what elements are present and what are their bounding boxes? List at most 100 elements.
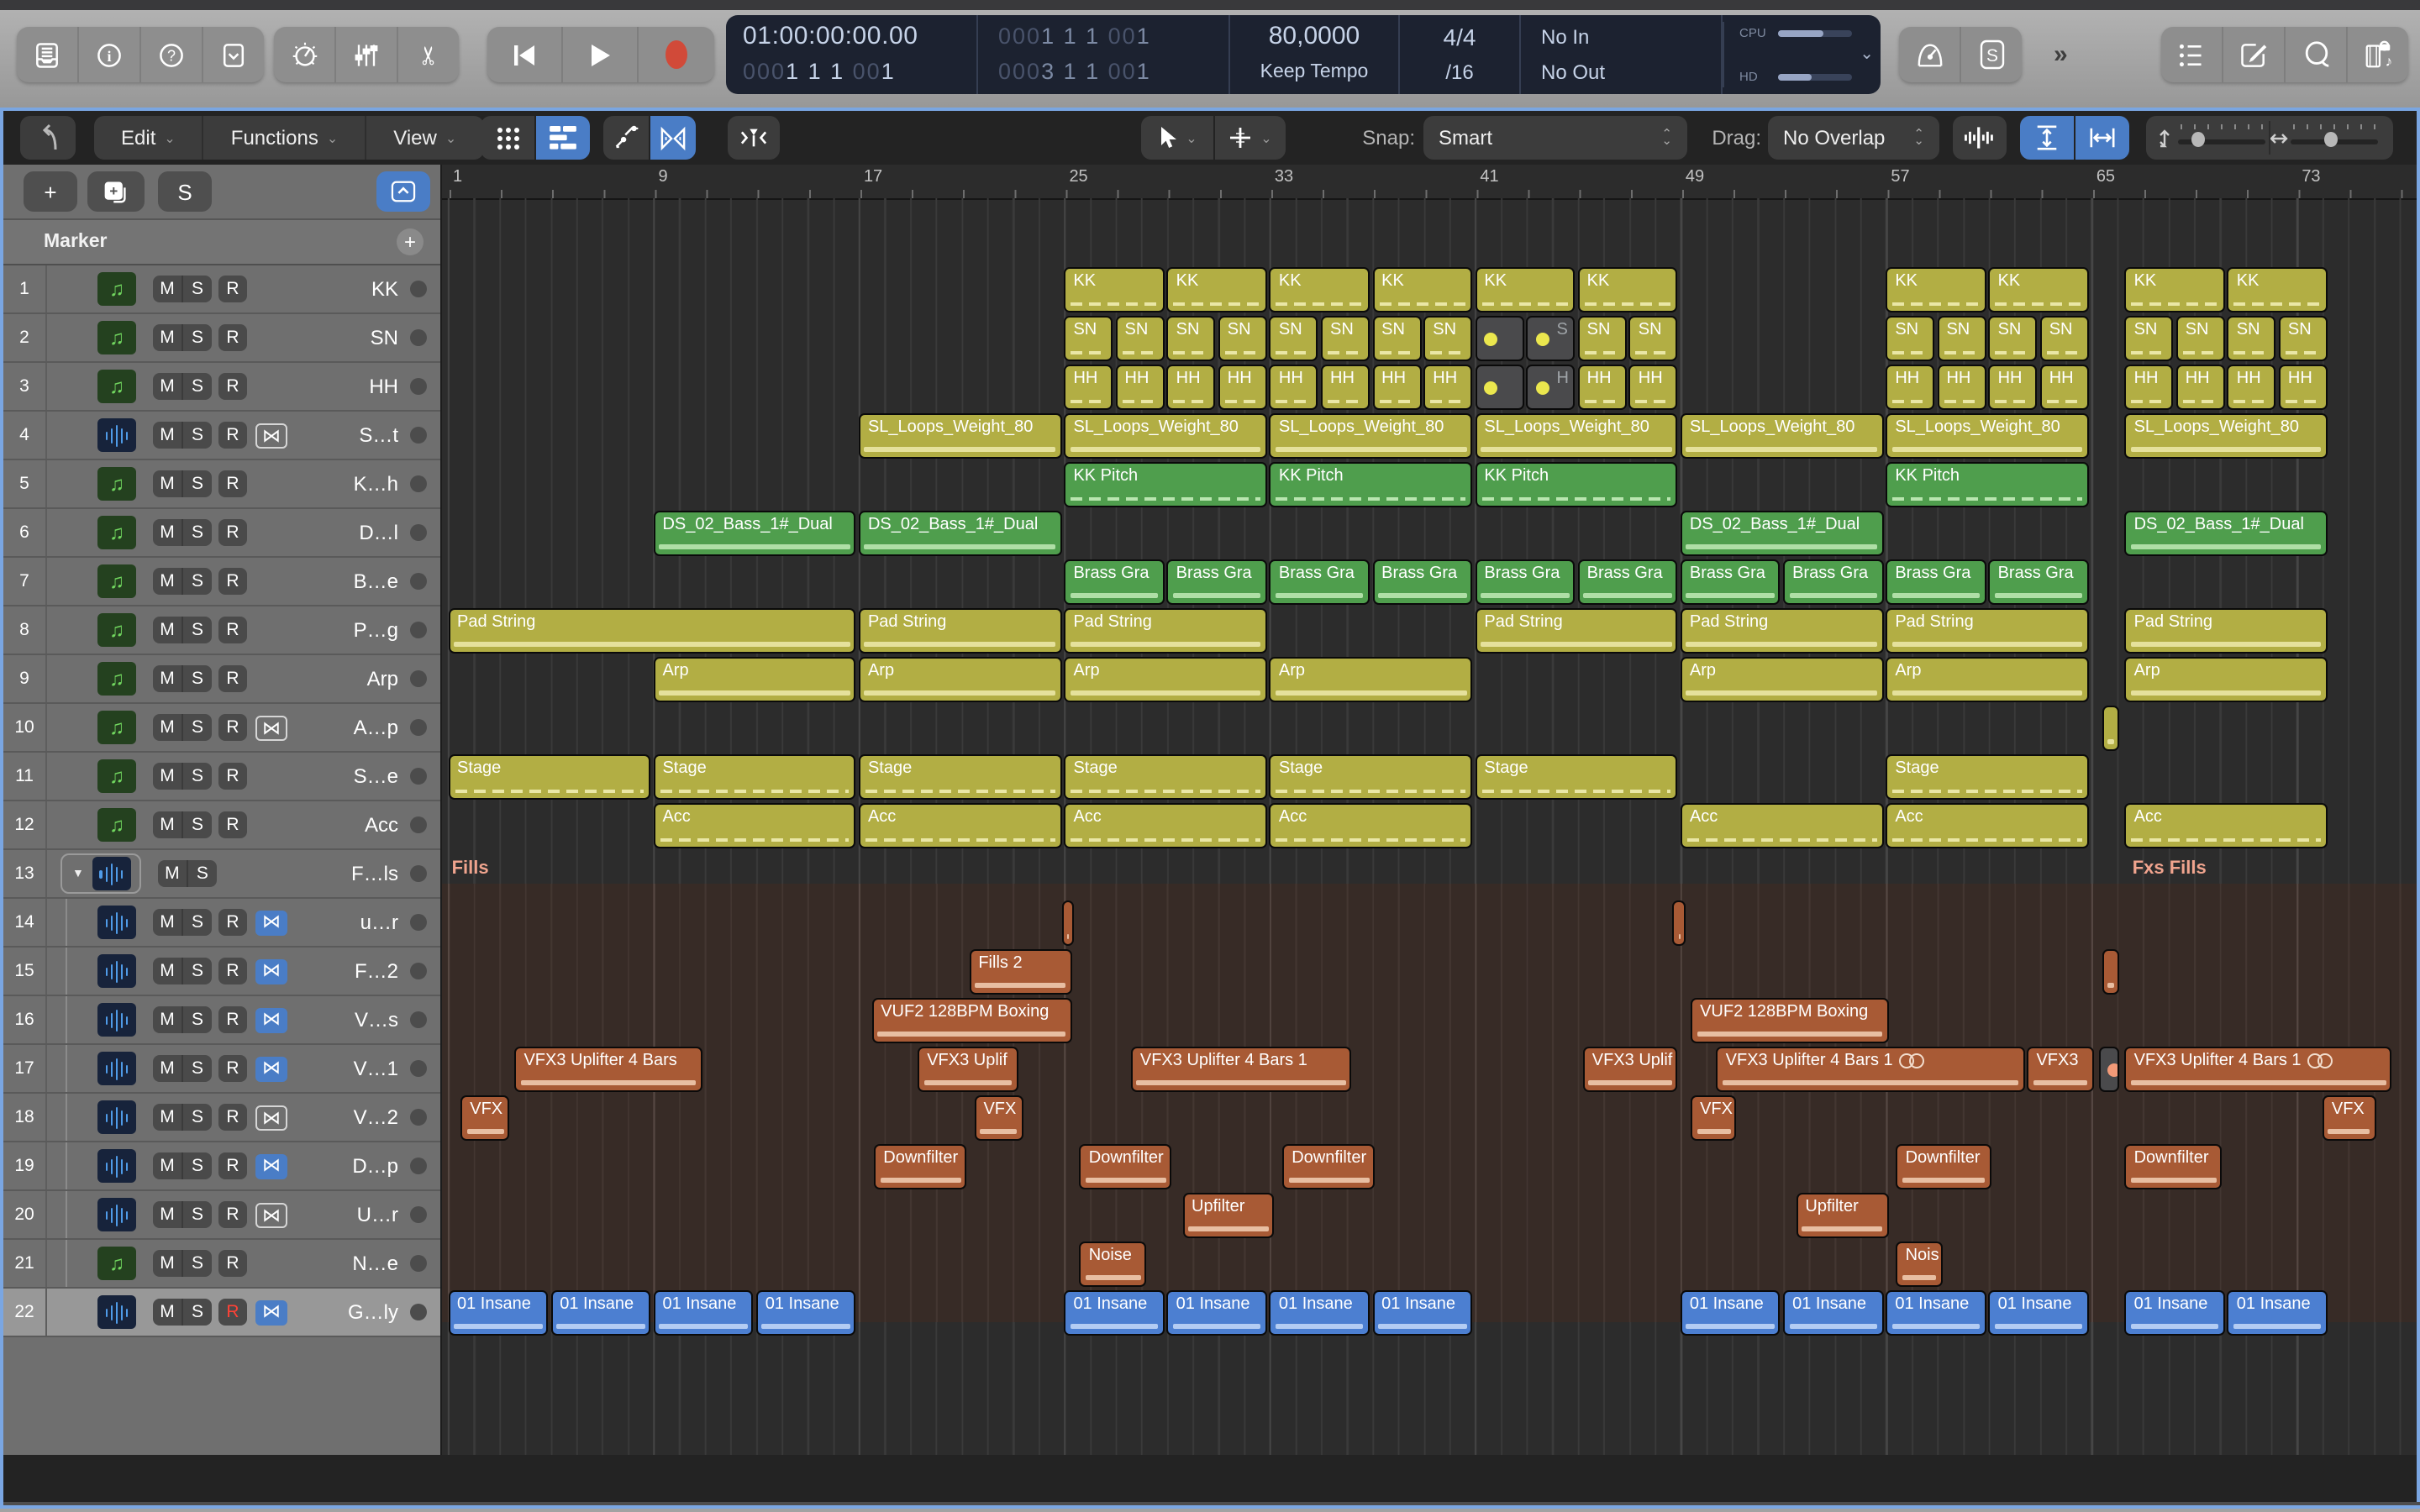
duplicate-track-button[interactable]: + xyxy=(87,171,145,212)
region-clip[interactable]: Brass Gra xyxy=(1475,559,1576,604)
mute-button[interactable]: M xyxy=(153,1201,182,1228)
add-marker-button[interactable]: + xyxy=(397,228,424,255)
solo-button[interactable]: S xyxy=(182,324,212,351)
flex-icon[interactable]: ⋈ xyxy=(255,1153,287,1179)
region-clip[interactable]: HH xyxy=(1937,365,1986,409)
track-name[interactable]: D…l xyxy=(359,521,398,544)
region-clip[interactable]: 01 Insane xyxy=(2227,1290,2328,1335)
media-browser-icon[interactable]: ♪ xyxy=(2346,27,2408,82)
region-clip[interactable]: VFX3 Uplifter 4 Bars xyxy=(514,1047,702,1091)
mute-button[interactable]: M xyxy=(153,617,182,643)
region-clip[interactable]: Pad String xyxy=(448,608,856,653)
region-clip[interactable]: HH xyxy=(2039,365,2089,409)
flex-icon[interactable]: ⋈ xyxy=(255,715,287,740)
track-row[interactable]: 7 ♫ M S R B…e xyxy=(3,558,440,606)
mute-button[interactable]: M xyxy=(153,665,182,692)
solo-header-button[interactable]: S xyxy=(158,171,212,212)
mute-button[interactable]: M xyxy=(153,909,182,936)
track-row[interactable]: 2 ♫ M S R SN xyxy=(3,314,440,363)
flex-icon[interactable]: ⋈ xyxy=(255,1299,287,1325)
record-enable-button[interactable]: R xyxy=(218,617,247,643)
track-row[interactable]: 21 ♫ M S R N…e xyxy=(3,1240,440,1289)
track-name[interactable]: V…1 xyxy=(354,1057,398,1080)
solo-button[interactable]: S xyxy=(186,860,217,887)
region-clip[interactable]: KK xyxy=(1166,267,1267,312)
record-enable-button[interactable]: R xyxy=(218,665,247,692)
solo-button[interactable]: S xyxy=(182,1250,212,1277)
region-clip[interactable]: KK xyxy=(2124,267,2225,312)
region-clip[interactable]: Acc xyxy=(858,803,1062,848)
region-clip[interactable]: DS_02_Bass_1#_Dual xyxy=(858,511,1062,555)
inspector-info-icon[interactable]: i xyxy=(77,27,139,82)
region-clip[interactable]: VFX3 Uplifter 4 Bars 1 xyxy=(2124,1047,2392,1091)
region-clip[interactable]: 01 Insane xyxy=(550,1290,651,1335)
region-clip[interactable]: Downfilter xyxy=(1896,1144,1991,1189)
region-clip[interactable]: KK Pitch xyxy=(1064,462,1267,507)
region-clip[interactable] xyxy=(2102,706,2120,750)
lcd-mode-chevron-icon[interactable]: ⌄ xyxy=(1860,45,1874,64)
record-enable-button[interactable]: R xyxy=(218,958,247,984)
region-clip[interactable]: Stage xyxy=(1269,754,1473,799)
region-clip[interactable]: DS_02_Bass_1#_Dual xyxy=(653,511,856,555)
region-clip[interactable]: 01 Insane xyxy=(1064,1290,1165,1335)
mute-button[interactable]: M xyxy=(153,1299,182,1326)
region-clip[interactable]: HH xyxy=(1886,365,1935,409)
region-clip[interactable]: SL_Loops_Weight_80 xyxy=(1475,413,1678,458)
track-name[interactable]: Acc xyxy=(365,813,398,837)
region-clip[interactable]: SL_Loops_Weight_80 xyxy=(1680,413,1884,458)
region-clip[interactable] xyxy=(2102,949,2120,994)
region-clip[interactable]: VFX3 Uplifter 4 Bars 1 xyxy=(1716,1047,2025,1091)
bar-ruler[interactable]: 1 9 17 25 33 41 49 57 65 73 xyxy=(442,165,2417,200)
region-clip[interactable] xyxy=(1672,900,1686,945)
muted-region-clip[interactable] xyxy=(2099,1047,2120,1091)
mute-button[interactable]: M xyxy=(153,519,182,546)
region-clip[interactable]: KK xyxy=(1064,267,1165,312)
vertical-zoom-slider[interactable] xyxy=(2158,121,2269,155)
flex-icon[interactable]: ⋈ xyxy=(255,1056,287,1081)
record-enable-button[interactable]: R xyxy=(218,324,247,351)
region-clip[interactable]: DS_02_Bass_1#_Dual xyxy=(2124,511,2328,555)
command-tool-button[interactable]: ⌄ xyxy=(1215,116,1286,160)
snap-dropdown[interactable]: Smart ⌃ ⌄ xyxy=(1423,116,1687,160)
track-row[interactable]: 17 M S R ⋈ V…1 xyxy=(3,1045,440,1094)
flex-icon[interactable]: ⋈ xyxy=(255,1007,287,1032)
region-clip[interactable]: SN xyxy=(1269,316,1318,360)
solo-button[interactable]: S xyxy=(182,568,212,595)
region-clip[interactable]: SN xyxy=(2227,316,2276,360)
mute-button[interactable]: M xyxy=(153,714,182,741)
solo-button[interactable]: S xyxy=(182,1299,212,1326)
record-enable-button[interactable]: R xyxy=(218,519,247,546)
record-enable-button[interactable]: R xyxy=(218,763,247,790)
track-name[interactable]: V…s xyxy=(355,1008,398,1032)
library-icon[interactable] xyxy=(17,27,77,82)
track-name[interactable]: u…r xyxy=(360,911,398,934)
muted-region-clip[interactable]: S xyxy=(1526,316,1576,360)
region-clip[interactable]: HH xyxy=(1269,365,1318,409)
region-clip[interactable]: Acc xyxy=(1064,803,1267,848)
record-enable-button[interactable]: R xyxy=(218,276,247,302)
mute-button[interactable]: M xyxy=(153,422,182,449)
lcd-time-signature[interactable]: 4/4 /16 xyxy=(1398,15,1519,94)
track-header-config-button[interactable] xyxy=(376,171,430,212)
region-clip[interactable]: Acc xyxy=(1269,803,1473,848)
quick-help-icon[interactable]: ? xyxy=(139,27,202,82)
flex-icon[interactable]: ⋈ xyxy=(255,910,287,935)
region-clip[interactable]: Brass Gra xyxy=(1988,559,2089,604)
track-name[interactable]: F…ls xyxy=(351,862,398,885)
region-clip[interactable]: HH xyxy=(1218,365,1267,409)
flex-icon[interactable]: ⋈ xyxy=(255,958,287,984)
solo-button[interactable]: S xyxy=(182,519,212,546)
region-clip[interactable]: KK xyxy=(1475,267,1576,312)
track-name[interactable]: A…p xyxy=(354,716,398,739)
region-clip[interactable]: Acc xyxy=(653,803,856,848)
region-clip[interactable]: VFX xyxy=(460,1095,510,1140)
region-clip[interactable]: Arp xyxy=(653,657,856,701)
track-name[interactable]: SN xyxy=(371,326,398,349)
mute-button[interactable]: M xyxy=(153,276,182,302)
track-row[interactable]: 12 ♫ M S R Acc xyxy=(3,801,440,850)
region-clip[interactable]: 01 Insane xyxy=(1680,1290,1781,1335)
region-clip[interactable]: KK xyxy=(1372,267,1473,312)
solo-button[interactable]: S xyxy=(182,276,212,302)
track-row[interactable]: 6 ♫ M S R D…l xyxy=(3,509,440,558)
mute-button[interactable]: M xyxy=(153,1104,182,1131)
